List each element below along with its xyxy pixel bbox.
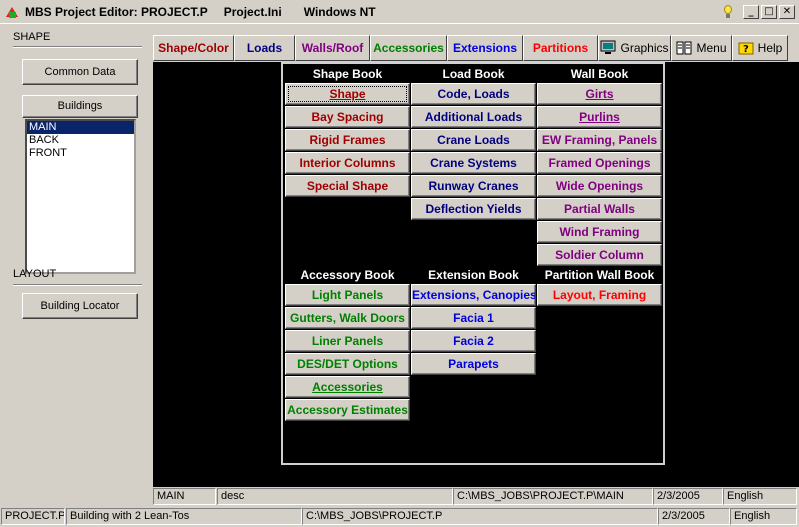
app-icon [5,5,19,19]
framed-openings-button[interactable]: Framed Openings [537,152,662,174]
status-path: C:\MBS_JOBS\PROJECT.P\MAIN [453,488,653,505]
help-button[interactable]: ? Help [732,35,788,61]
help-icon: ? [738,40,754,56]
additional-loads-button[interactable]: Additional Loads [411,106,536,128]
gutters-walk-doors-button[interactable]: Gutters, Walk Doors [285,307,410,329]
svg-text:?: ? [743,44,749,55]
ew-framing-panels-button[interactable]: EW Framing, Panels [537,129,662,151]
liner-panels-button[interactable]: Liner Panels [285,330,410,352]
extension-book-title: Extension Book [428,268,519,282]
status-building: MAIN [153,488,216,505]
buildings-header-button[interactable]: Buildings [22,95,138,118]
shape-button[interactable]: Shape [285,83,410,105]
tab-extensions[interactable]: Extensions [447,35,523,61]
interior-columns-button[interactable]: Interior Columns [285,152,410,174]
divider [13,284,142,286]
wind-framing-button[interactable]: Wind Framing [537,221,662,243]
book-tabs: Shape/Color Loads Walls/Roof Accessories… [153,35,799,62]
project-status-bar: PROJECT.P Building with 2 Lean-Tos C:\MB… [0,507,799,527]
facia-1-button[interactable]: Facia 1 [411,307,536,329]
menu-label: Menu [696,41,727,55]
common-data-label: Common Data [44,66,116,78]
buildings-list[interactable]: MAIN BACK FRONT [25,119,136,274]
load-book-title: Load Book [442,67,505,81]
des-det-options-button[interactable]: DES/DET Options [285,353,410,375]
list-item-main[interactable]: MAIN [27,121,134,134]
monitor-icon [600,40,616,56]
status-desc: desc [217,488,453,505]
maximize-button[interactable]: □ [761,5,777,19]
status-language: English [723,488,797,505]
purlins-button[interactable]: Purlins [537,106,662,128]
title-bar: MBS Project Editor: PROJECT.P Project.In… [0,0,799,24]
wall-book-title: Wall Book [570,67,629,81]
close-button[interactable]: ✕ [779,5,795,19]
deflection-yields-button[interactable]: Deflection Yields [411,198,536,220]
building-locator-label: Building Locator [40,300,120,312]
graphics-label: Graphics [620,41,669,55]
status-project: PROJECT.P [1,508,65,525]
shape-book-title: Shape Book [312,67,383,81]
crane-systems-button[interactable]: Crane Systems [411,152,536,174]
list-item-front[interactable]: FRONT [27,147,134,160]
window-title-app: MBS Project Editor: PROJECT.P [25,4,208,19]
sidebar: SHAPE Common Data Buildings MAIN BACK FR… [0,25,152,487]
status-date: 2/3/2005 [653,488,723,505]
building-status-bar: MAIN desc C:\MBS_JOBS\PROJECT.P\MAIN 2/3… [153,487,799,506]
accessories-button[interactable]: Accessories [285,376,410,398]
status-description: Building with 2 Lean-Tos [66,508,302,525]
facia-2-button[interactable]: Facia 2 [411,330,536,352]
divider [13,46,142,48]
runway-cranes-button[interactable]: Runway Cranes [411,175,536,197]
layout-framing-button[interactable]: Layout, Framing [537,284,662,306]
special-shape-button[interactable]: Special Shape [285,175,410,197]
status-project-language: English [730,508,797,525]
partition-wall-book-title: Partition Wall Book [544,268,655,282]
tab-accessories[interactable]: Accessories [370,35,447,61]
status-project-path: C:\MBS_JOBS\PROJECT.P [302,508,658,525]
wide-openings-button[interactable]: Wide Openings [537,175,662,197]
layout-section-label: LAYOUT [13,268,57,280]
code-loads-button[interactable]: Code, Loads [411,83,536,105]
accessory-estimates-button[interactable]: Accessory Estimates [285,399,410,421]
book-panel: Shape Book Load Book Wall Book Shape Bay… [281,62,665,465]
minimize-button[interactable]: _ [743,5,759,19]
crane-loads-button[interactable]: Crane Loads [411,129,536,151]
lightbulb-icon[interactable] [721,4,735,20]
tab-loads[interactable]: Loads [234,35,295,61]
parapets-button[interactable]: Parapets [411,353,536,375]
buildings-header-label: Buildings [57,100,103,112]
help-label: Help [757,41,783,55]
light-panels-button[interactable]: Light Panels [285,284,410,306]
building-locator-button[interactable]: Building Locator [22,293,138,319]
status-project-date: 2/3/2005 [658,508,730,525]
accessory-book-title: Accessory Book [300,268,395,282]
rigid-frames-button[interactable]: Rigid Frames [285,129,410,151]
book-icon [676,40,692,56]
girts-button[interactable]: Girts [537,83,662,105]
window-title-os: Windows NT [303,4,376,19]
tab-shape-color[interactable]: Shape/Color [153,35,234,61]
extensions-canopies-button[interactable]: Extensions, Canopies [411,284,536,306]
tab-partitions[interactable]: Partitions [523,35,598,61]
graphics-button[interactable]: Graphics [598,35,671,61]
menu-button[interactable]: Menu [671,35,732,61]
list-item-back[interactable]: BACK [27,134,134,147]
tab-walls-roof[interactable]: Walls/Roof [295,35,370,61]
soldier-column-button[interactable]: Soldier Column [537,244,662,266]
partial-walls-button[interactable]: Partial Walls [537,198,662,220]
shape-section-label: SHAPE [13,31,51,43]
window-title-ini: Project.Ini [223,4,282,19]
bay-spacing-button[interactable]: Bay Spacing [285,106,410,128]
common-data-button[interactable]: Common Data [22,59,138,85]
